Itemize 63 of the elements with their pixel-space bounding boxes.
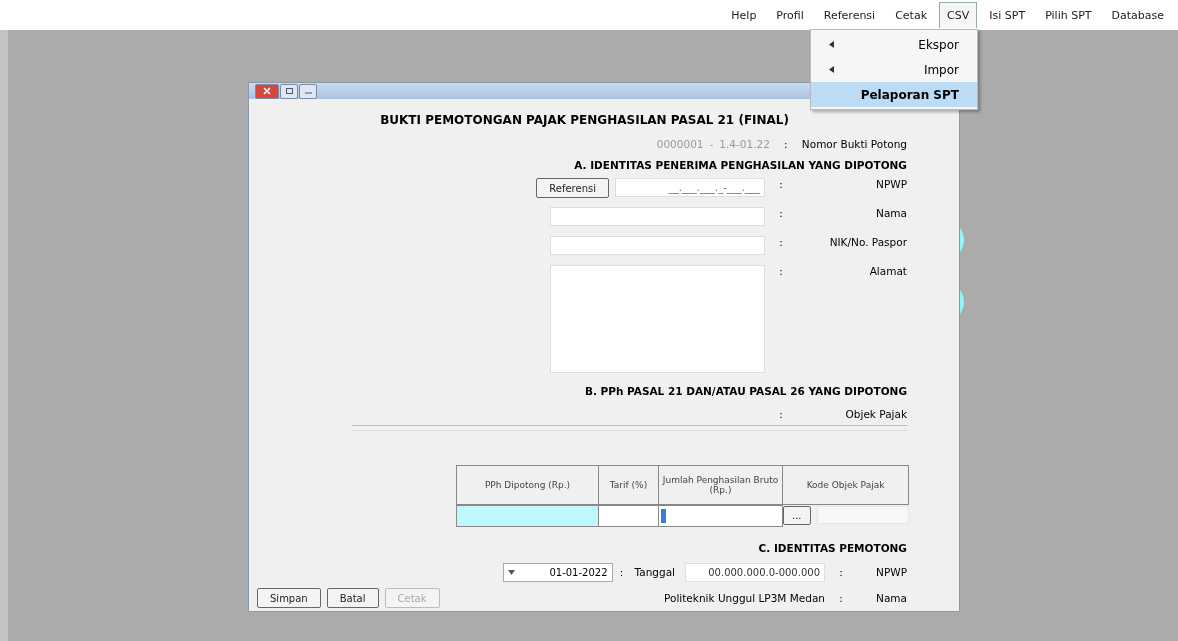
form-button[interactable]: Simpan xyxy=(257,588,321,608)
table-cell[interactable] xyxy=(658,505,783,527)
colon: : xyxy=(778,236,784,248)
menu-item[interactable]: Isi SPT xyxy=(981,2,1034,28)
column-header: Jumlah Penghasilan Bruto (Rp.) xyxy=(658,465,783,505)
colon: : xyxy=(778,178,784,190)
menu-item[interactable]: Profil xyxy=(768,2,812,28)
close-icon[interactable] xyxy=(255,83,279,99)
form-title: BUKTI PEMOTONGAN PAJAK PENGHASILAN PASAL 21 (FINAL) xyxy=(380,113,789,127)
colon: : xyxy=(618,566,625,578)
menu-item[interactable]: Cetak xyxy=(887,2,936,28)
colon: : xyxy=(778,408,784,420)
menu-item[interactable]: Pilih SPT xyxy=(1037,2,1100,28)
field-label: Nama xyxy=(875,207,907,219)
field-label: Objek Pajak xyxy=(844,408,907,420)
field-label: Nama xyxy=(875,592,907,604)
menu-item[interactable]: Help xyxy=(723,2,765,28)
menu-item[interactable]: Database xyxy=(1103,2,1172,28)
text-cursor xyxy=(661,509,666,523)
submenu-arrow-icon xyxy=(829,41,834,48)
menu-item[interactable]: Referensi xyxy=(815,2,884,28)
colon: : xyxy=(778,207,784,219)
form-button[interactable]: Batal xyxy=(326,588,379,608)
field-label: NPWP xyxy=(875,566,907,578)
number-prefix: 1.4-01.22 xyxy=(719,138,770,150)
colon: : xyxy=(783,138,789,150)
section-heading: A. IDENTITAS PENERIMA PENGHASILAN YANG DIPOTONG xyxy=(574,159,907,171)
lookup-button[interactable]: ... xyxy=(783,505,811,525)
date-field[interactable]: 01-01-2022 xyxy=(502,562,613,582)
colon: : xyxy=(838,566,844,578)
field-label: Alamat xyxy=(868,265,907,277)
npwp-field[interactable]: __.___.___._-___.___ xyxy=(615,178,765,197)
number-separator: - xyxy=(709,138,714,150)
input-field[interactable] xyxy=(550,207,765,226)
table-cell[interactable] xyxy=(598,505,659,527)
caret-icon xyxy=(507,569,515,575)
column-header: Kode Objek Pajak xyxy=(782,465,909,505)
table-cell[interactable] xyxy=(456,505,599,527)
npwp-field[interactable]: 00.000.000.0-000.000 xyxy=(685,562,825,582)
section-heading: C. IDENTITAS PEMOTONG xyxy=(758,542,907,554)
field-label: NIK/No. Paspor xyxy=(828,236,907,248)
dropdown-item[interactable]: Pelaporan SPT xyxy=(811,82,977,107)
colon: : xyxy=(778,265,784,277)
field-label: Nomor Bukti Potong xyxy=(801,138,907,150)
dropdown-item[interactable]: Ekspor xyxy=(811,32,977,57)
number-value: 0000001 xyxy=(656,138,704,150)
referensi-button[interactable]: Referensi xyxy=(536,178,609,198)
column-header: Tarif (%) xyxy=(598,465,659,505)
field-label: Tanggal xyxy=(634,566,675,578)
maximize-icon[interactable] xyxy=(280,83,298,99)
input-field[interactable] xyxy=(816,506,909,524)
submenu-arrow-icon xyxy=(829,66,834,73)
colon: : xyxy=(838,592,844,604)
dropdown-item[interactable]: Impor xyxy=(811,57,977,82)
field-label: NPWP xyxy=(875,178,907,190)
input-field[interactable] xyxy=(550,236,765,255)
address-field[interactable] xyxy=(550,265,765,373)
objek-pajak-field[interactable] xyxy=(352,425,907,431)
menu-item[interactable]: CSV xyxy=(939,2,978,28)
minimize-icon[interactable] xyxy=(299,83,317,99)
field-value: Politeknik Unggul LP3M Medan xyxy=(664,592,825,604)
column-header: PPh Dipotong (Rp.) xyxy=(456,465,599,505)
section-heading: B. PPh PASAL 21 DAN/ATAU PASAL 26 YANG DIPOTONG xyxy=(584,385,907,397)
